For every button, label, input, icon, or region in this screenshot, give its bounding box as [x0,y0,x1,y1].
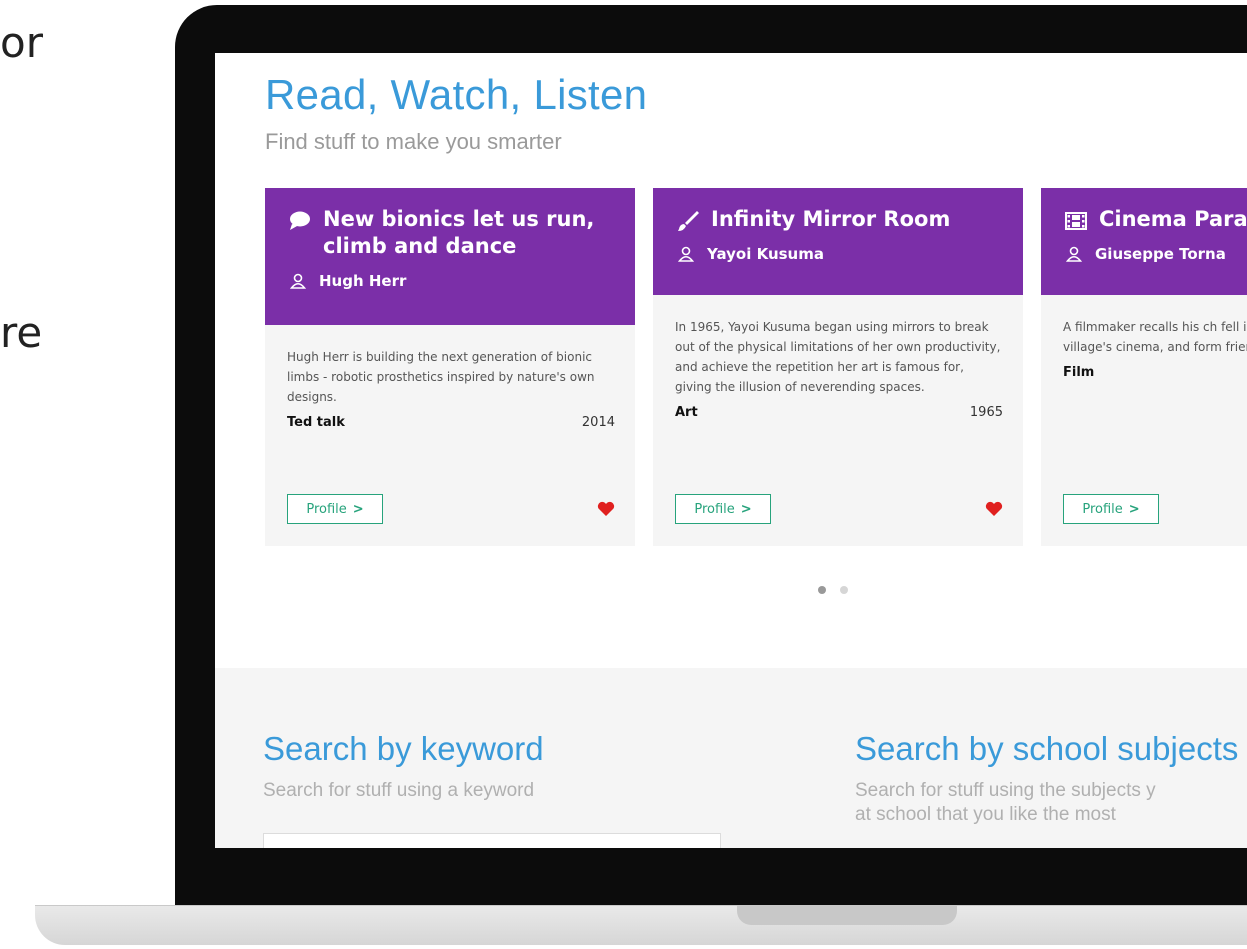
laptop-screen: Read, Watch, Listen Find stuff to make y… [215,53,1247,848]
content-card: Infinity Mirror Room Yayoi Kusuma In 196… [653,188,1023,546]
film-icon [1065,210,1087,232]
card-year: 2014 [581,415,615,430]
heart-icon[interactable] [597,501,615,517]
chevron-right-icon: > [352,501,364,517]
user-icon [677,245,695,263]
card-description: Hugh Herr is building the next generatio… [287,350,595,404]
profile-button-label: Profile [1082,501,1123,517]
profile-button[interactable]: Profile > [287,494,383,524]
paintbrush-icon [677,210,699,232]
subtitle-line: Search for stuff using the subjects y [855,780,1156,801]
card-header: Infinity Mirror Room Yayoi Kusuma [653,188,1023,295]
profile-button-label: Profile [306,501,347,517]
laptop-base [35,905,1247,945]
subtitle-line: at school that you like the most [855,804,1116,825]
card-header: Cinema Para Giuseppe Torna [1041,188,1247,295]
card-title[interactable]: climb and dance [323,233,594,260]
background-text-fragment: or [0,18,43,67]
card-title[interactable]: Cinema Para [1099,206,1247,233]
card-description: In 1965, Yayoi Kusuma began using mirror… [675,320,1001,394]
chevron-right-icon: > [740,501,752,517]
profile-button[interactable]: Profile > [675,494,771,524]
search-keyword-title: Search by keyword [263,730,544,767]
carousel-dot[interactable] [840,586,848,594]
heart-icon[interactable] [985,501,1003,517]
card-title[interactable]: Infinity Mirror Room [711,206,950,233]
content-card: New bionics let us run, climb and dance … [265,188,635,546]
keyword-search-input[interactable] [263,833,721,848]
card-header: New bionics let us run, climb and dance … [265,188,635,325]
card-title[interactable]: New bionics let us run, [323,206,594,233]
card-year: 1965 [969,405,1003,420]
search-subjects-subtitle: Search for stuff using the subjects y at… [855,779,1245,827]
user-icon [1065,245,1083,263]
search-section: Search by keyword Search for stuff using… [215,668,1247,848]
laptop-notch [737,905,957,925]
content-card: Cinema Para Giuseppe Torna A filmmaker r… [1041,188,1247,546]
profile-button-label: Profile [694,501,735,517]
profile-button[interactable]: Profile > [1063,494,1159,524]
search-keyword-subtitle: Search for stuff using a keyword [263,780,535,801]
page-subtitle: Find stuff to make you smarter [265,129,562,154]
card-author: Hugh Herr [319,272,407,290]
user-icon [289,272,307,290]
carousel-pagination [818,586,862,594]
carousel-dot[interactable] [818,586,826,594]
card-author: Giuseppe Torna [1095,245,1226,263]
card-type: Ted talk [287,415,345,430]
card-type: Art [675,405,698,420]
chevron-right-icon: > [1128,501,1140,517]
card-author: Yayoi Kusuma [707,245,824,263]
card-type: Film [1063,365,1095,380]
background-text-fragment: re [0,308,43,357]
page-title: Read, Watch, Listen [265,71,648,118]
speech-bubble-icon [289,210,311,232]
search-subjects-title: Search by school subjects [855,730,1239,767]
card-description: A filmmaker recalls his ch fell in love … [1063,320,1247,354]
